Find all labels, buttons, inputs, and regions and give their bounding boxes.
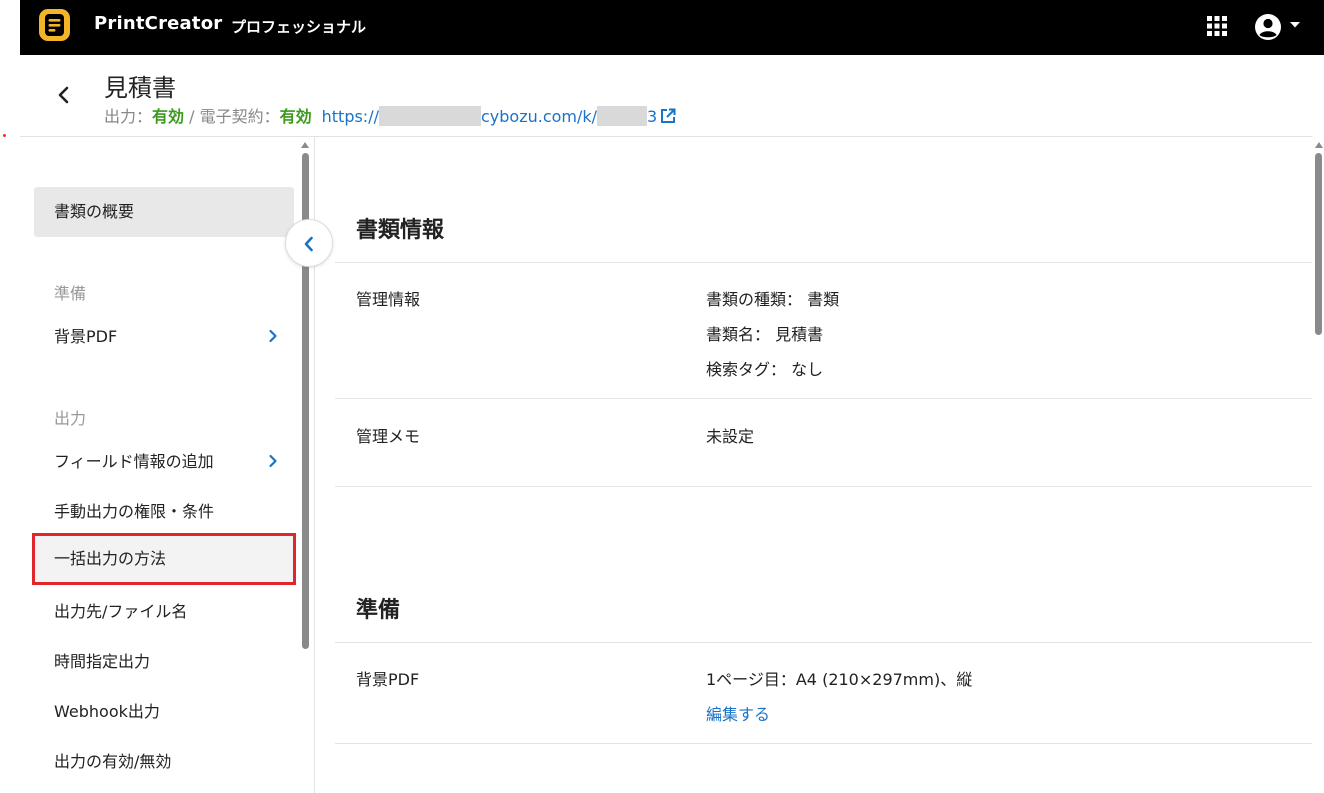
sidebar-item-label: 時間指定出力: [54, 652, 151, 671]
row-divider: [335, 642, 1312, 643]
chevron-left-icon: [304, 236, 313, 252]
sidebar-item-label: 出力の有効/無効: [54, 752, 172, 771]
back-arrow-icon[interactable]: [55, 84, 73, 106]
chevron-right-icon: [269, 454, 277, 468]
app-url-link[interactable]: https:// cybozu.com/k/3: [322, 106, 678, 126]
output-label: 出力：: [104, 107, 153, 126]
top-bar: PrintCreator プロフェッショナル: [20, 0, 1324, 55]
doc-name-value: 書類名： 見積書: [706, 325, 824, 344]
status-line: 出力：有効 / 電子契約：有効 https://cybozu.com/k/3: [104, 103, 677, 127]
row-divider: [335, 262, 1312, 263]
sidebar-item-label: 出力先/ファイル名: [54, 602, 188, 621]
row-divider: [335, 398, 1312, 399]
background-pdf-value: 1ページ目：A4 (210×297mm)、縦: [706, 670, 973, 689]
sidebar-section-prepare: 準備: [54, 284, 87, 303]
search-tags-value: 検索タグ： なし: [706, 360, 824, 379]
edit-background-pdf-link[interactable]: 編集する: [706, 701, 770, 725]
marker-dot: [3, 134, 6, 137]
mgmt-info-label: 管理情報: [356, 290, 421, 309]
app-brand: PrintCreator: [94, 13, 223, 34]
main-scrollbar-thumb[interactable]: [1315, 153, 1322, 335]
sidebar-item-output-toggle[interactable]: 出力の有効/無効: [34, 737, 294, 787]
row-divider: [335, 743, 1312, 744]
page-title: 見積書: [104, 74, 176, 102]
sidebar-item-label: フィールド情報の追加: [54, 452, 214, 471]
sidebar-item-overview[interactable]: 書類の概要: [34, 187, 294, 237]
sidebar-item-webhook-output[interactable]: Webhook出力: [34, 687, 294, 737]
sidebar-item-add-field-info[interactable]: フィールド情報の追加: [34, 437, 294, 487]
section-title-doc-info: 書類情報: [356, 218, 445, 243]
sidebar-scroll-up-arrow[interactable]: [301, 142, 309, 148]
sidebar-item-label: 一括出力の方法: [54, 549, 167, 568]
redacted-app-id: [597, 106, 648, 126]
sidebar-item-label: 背景PDF: [54, 327, 118, 346]
chevron-right-icon: [269, 329, 277, 343]
sidebar-section-output: 出力: [54, 409, 87, 428]
main-scroll-up-arrow[interactable]: [1315, 142, 1323, 148]
url-suffix[interactable]: 3: [647, 107, 657, 126]
printcreator-logo-icon[interactable]: [38, 8, 71, 44]
output-status: 有効: [152, 107, 185, 126]
doc-type-value: 書類の種類： 書類: [706, 290, 840, 309]
url-prefix[interactable]: https://: [322, 107, 379, 126]
external-link-icon[interactable]: [659, 107, 677, 125]
sidebar-item-label: Webhook出力: [54, 702, 160, 721]
sidebar-item-label: 書類の概要: [54, 202, 135, 221]
sidebar-item-bulk-output[interactable]: 一括出力の方法: [32, 533, 296, 585]
section-title-prepare: 準備: [356, 598, 401, 623]
apps-grid-icon[interactable]: [1207, 16, 1227, 36]
contract-status: 有効: [279, 107, 312, 126]
sidebar-item-destination-filename[interactable]: 出力先/ファイル名: [34, 587, 294, 637]
redacted-subdomain: [378, 106, 481, 126]
mgmt-memo-label: 管理メモ: [356, 427, 421, 446]
sidebar-item-label: 手動出力の権限・条件: [54, 502, 215, 521]
row-divider: [335, 486, 1312, 487]
sidebar-item-background-pdf[interactable]: 背景PDF: [34, 312, 294, 362]
background-pdf-label: 背景PDF: [356, 670, 420, 689]
app-edition: プロフェッショナル: [231, 18, 367, 36]
status-separator: /: [184, 107, 200, 126]
account-icon[interactable]: [1253, 12, 1283, 42]
sidebar-item-manual-output[interactable]: 手動出力の権限・条件: [34, 487, 294, 537]
main-content: 書類情報 管理情報 書類の種類： 書類 書類名： 見積書 検索タグ： なし 管理…: [316, 137, 1324, 793]
contract-label: 電子契約：: [199, 107, 280, 126]
url-middle[interactable]: cybozu.com/k/: [481, 107, 597, 126]
mgmt-memo-value: 未設定: [706, 427, 755, 446]
sidebar-item-scheduled-output[interactable]: 時間指定出力: [34, 637, 294, 687]
chevron-down-icon[interactable]: [1288, 20, 1302, 30]
sidebar-nav: 書類の概要 準備 背景PDF 出力 フィールド情報の追加 手動出力の権限・条件 …: [20, 137, 315, 793]
